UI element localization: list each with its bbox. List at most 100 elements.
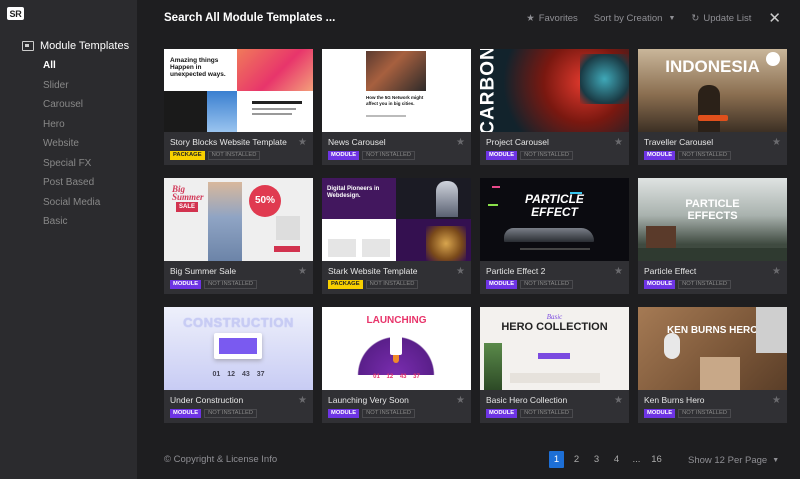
template-card[interactable]: INDONESIA Traveller Carousel ★ MODULE NOT… [638, 49, 787, 165]
update-label: Update List [703, 13, 752, 24]
sidebar-heading[interactable]: Module Templates [22, 40, 129, 52]
favorite-star-icon[interactable]: ★ [298, 137, 307, 148]
template-thumbnail: PARTICLE EFFECTS [638, 178, 787, 261]
thumbnail-text: Amazing things Happen in unexpected ways… [170, 57, 226, 78]
template-name: Launching Very Soon [328, 395, 409, 405]
favorite-star-icon[interactable]: ★ [614, 395, 623, 406]
thumbnail-text: INDONESIA [665, 57, 760, 76]
favorite-star-icon[interactable]: ★ [298, 395, 307, 406]
template-name: Story Blocks Website Template [170, 137, 287, 147]
close-icon[interactable]: ✕ [768, 11, 781, 26]
template-thumbnail: Amazing things Happen in unexpected ways… [164, 49, 313, 132]
category-website[interactable]: Website [43, 138, 100, 158]
thumbnail-text: HERO COLLECTION [501, 321, 608, 333]
thumbnail-text: PARTICLE EFFECTS [685, 198, 740, 222]
template-card[interactable]: Digital Pioneers in Webdesign. Stark Web… [322, 178, 471, 294]
sidebar: SR Module Templates All Slider Carousel … [0, 0, 137, 479]
category-basic[interactable]: Basic [43, 216, 100, 236]
pagination: 1 2 3 4 ... 16 [549, 451, 664, 468]
template-thumbnail: KEN BURNS HERO [638, 307, 787, 390]
template-thumbnail: INDONESIA [638, 49, 787, 132]
template-card[interactable]: CONSTRUCTION 01 12 43 37 Under Construct… [164, 307, 313, 423]
type-badge: MODULE [170, 280, 202, 289]
template-thumbnail: CONSTRUCTION 01 12 43 37 [164, 307, 313, 390]
favorite-star-icon[interactable]: ★ [614, 266, 623, 277]
template-thumbnail: Big Summer SALE 50% [164, 178, 313, 261]
install-status-badge: NOT INSTALLED [204, 280, 258, 289]
template-name: Traveller Carousel [644, 137, 714, 147]
favorite-star-icon[interactable]: ★ [772, 395, 781, 406]
category-list: All Slider Carousel Hero Website Special… [43, 60, 100, 236]
template-icon [22, 41, 34, 51]
template-name: Stark Website Template [328, 266, 418, 276]
per-page-dropdown[interactable]: Show 12 Per Page ▼ [688, 455, 779, 466]
page-button-3[interactable]: 3 [589, 451, 604, 468]
favorite-star-icon[interactable]: ★ [614, 137, 623, 148]
category-special-fx[interactable]: Special FX [43, 158, 100, 178]
install-status-badge: NOT INSTALLED [362, 151, 416, 160]
template-card[interactable]: CARBON Project Carousel ★ MODULE NOT INST… [480, 49, 629, 165]
template-card[interactable]: KEN BURNS HERO Ken Burns Hero ★ MODULE NO… [638, 307, 787, 423]
favorites-label: Favorites [538, 13, 578, 24]
type-badge: MODULE [328, 151, 360, 160]
template-card[interactable]: Amazing things Happen in unexpected ways… [164, 49, 313, 165]
page-ellipsis: ... [632, 454, 641, 465]
category-slider[interactable]: Slider [43, 80, 100, 100]
thumbnail-text: PARTICLE EFFECT [525, 192, 584, 219]
favorites-button[interactable]: ★ Favorites [526, 13, 578, 24]
favorite-star-icon[interactable]: ★ [772, 266, 781, 277]
template-name: News Carousel [328, 137, 386, 147]
template-card[interactable]: LAUNCHING 01 12 43 37 Launching Very Soo… [322, 307, 471, 423]
category-all[interactable]: All [43, 60, 100, 80]
thumbnail-text: CARBON [480, 49, 499, 132]
type-badge: PACKAGE [328, 280, 363, 289]
template-card[interactable]: Big Summer SALE 50% Big Summer Sale ★ MO… [164, 178, 313, 294]
favorite-star-icon[interactable]: ★ [456, 395, 465, 406]
thumbnail-text: 50% [249, 185, 281, 217]
favorite-star-icon[interactable]: ★ [772, 137, 781, 148]
install-status-badge: NOT INSTALLED [365, 280, 419, 289]
category-carousel[interactable]: Carousel [43, 99, 100, 119]
install-status-badge: NOT INSTALLED [362, 409, 416, 418]
template-card[interactable]: Basic HERO COLLECTION Basic Hero Collect… [480, 307, 629, 423]
template-thumbnail: CARBON [480, 49, 629, 132]
refresh-icon: ↻ [691, 13, 700, 24]
template-thumbnail: Digital Pioneers in Webdesign. [322, 178, 471, 261]
thumbnail-text: LAUNCHING [366, 315, 427, 326]
favorite-star-icon[interactable]: ★ [456, 137, 465, 148]
category-hero[interactable]: Hero [43, 119, 100, 139]
sidebar-heading-label: Module Templates [40, 40, 130, 52]
search-title[interactable]: Search All Module Templates ... [164, 12, 335, 24]
page-button-1[interactable]: 1 [549, 451, 564, 468]
install-status-badge: NOT INSTALLED [207, 151, 261, 160]
favorite-star-icon[interactable]: ★ [298, 266, 307, 277]
template-thumbnail: Basic HERO COLLECTION [480, 307, 629, 390]
update-list-button[interactable]: ↻ Update List [691, 13, 751, 24]
install-status-badge: NOT INSTALLED [678, 409, 732, 418]
template-card[interactable]: How the 5G Network might affect you in b… [322, 49, 471, 165]
sort-dropdown[interactable]: Sort by Creation ▼ [594, 13, 676, 24]
sort-label: Sort by Creation [593, 13, 663, 24]
template-thumbnail: LAUNCHING 01 12 43 37 [322, 307, 471, 390]
template-name: Ken Burns Hero [644, 395, 705, 405]
caret-down-icon: ▼ [668, 15, 676, 22]
template-card[interactable]: PARTICLE EFFECTS Particle Effect ★ MODUL… [638, 178, 787, 294]
type-badge: MODULE [486, 151, 518, 160]
template-name: Basic Hero Collection [486, 395, 568, 405]
category-social-media[interactable]: Social Media [43, 197, 100, 217]
template-name: Particle Effect 2 [486, 266, 546, 276]
favorite-star-icon[interactable]: ★ [456, 266, 465, 277]
install-status-badge: NOT INSTALLED [678, 151, 732, 160]
page-button-2[interactable]: 2 [569, 451, 584, 468]
install-status-badge: NOT INSTALLED [678, 280, 732, 289]
star-icon: ★ [526, 13, 535, 24]
category-post-based[interactable]: Post Based [43, 177, 100, 197]
template-thumbnail: How the 5G Network might affect you in b… [322, 49, 471, 132]
template-name: Project Carousel [486, 137, 549, 147]
type-badge: MODULE [644, 151, 676, 160]
copyright-link[interactable]: © Copyright & License Info [164, 454, 277, 465]
page-button-4[interactable]: 4 [609, 451, 624, 468]
template-card[interactable]: PARTICLE EFFECT Particle Effect 2 ★ MODU… [480, 178, 629, 294]
template-thumbnail: PARTICLE EFFECT [480, 178, 629, 261]
page-button-16[interactable]: 16 [649, 451, 664, 468]
